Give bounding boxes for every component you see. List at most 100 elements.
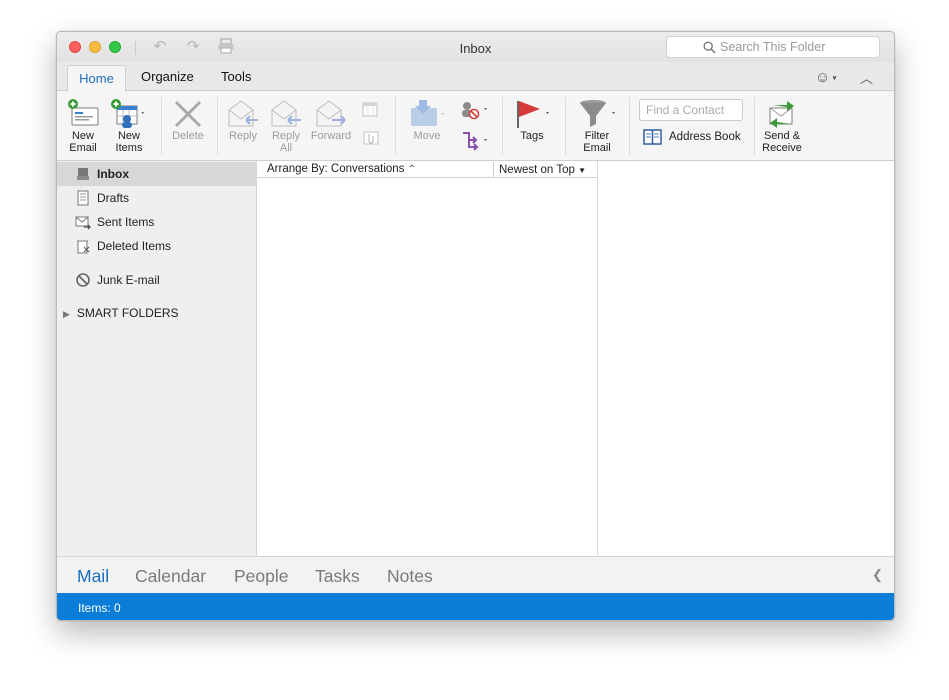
drafts-icon: [77, 190, 89, 206]
ribbon-separator: [502, 97, 503, 155]
new-items-button[interactable]: New Items: [108, 98, 150, 154]
address-book-label: Address Book: [669, 131, 741, 143]
folder-sent-items[interactable]: Sent Items: [57, 210, 257, 234]
ribbon-separator: [565, 97, 566, 155]
search-folder-input[interactable]: Search This Folder: [666, 36, 880, 58]
folder-deleted-items[interactable]: Deleted Items: [57, 234, 257, 258]
header-separator: [493, 162, 494, 178]
nav-calendar[interactable]: Calendar: [135, 566, 206, 587]
tab-organize[interactable]: Organize: [141, 69, 194, 84]
forward-label: Forward: [310, 130, 352, 142]
arrange-by-menu[interactable]: Arrange By: Conversations ⌃: [267, 163, 416, 175]
status-bar: Items: 0: [57, 593, 894, 620]
collapse-ribbon-icon[interactable]: ︿: [860, 68, 873, 87]
folder-sidebar: Inbox Drafts Sent Items Deleted Items Ju…: [57, 161, 257, 556]
reply-all-button[interactable]: Reply All: [265, 98, 307, 154]
rules-icon[interactable]: [459, 129, 491, 151]
new-items-icon: [111, 99, 144, 128]
filter-email-button[interactable]: Filter Email: [575, 98, 619, 154]
send-receive-icon: [769, 101, 794, 128]
item-count: Items: 0: [78, 601, 121, 615]
inbox-icon: [77, 168, 89, 180]
updown-chevron-icon: ⌃: [407, 164, 417, 175]
folder-label: Drafts: [97, 191, 130, 205]
send-receive-label-2: Receive: [762, 142, 802, 154]
folder-drafts[interactable]: Drafts: [57, 186, 257, 210]
find-contact-input[interactable]: Find a Contact: [639, 99, 743, 121]
folder-label: Sent Items: [97, 215, 155, 229]
new-email-label-1: New: [71, 130, 94, 142]
feedback-smiley-icon[interactable]: ☺ ▾: [815, 69, 837, 86]
ribbon-separator: [754, 97, 755, 155]
tags-label: Tags: [520, 130, 544, 142]
address-book-button[interactable]: Address Book: [643, 129, 741, 145]
move-button[interactable]: Move: [405, 98, 449, 142]
arrange-by-label: Arrange By: Conversations: [267, 163, 405, 175]
sort-order-label: Newest on Top: [499, 164, 575, 176]
ribbon-home: New Email New Items Delete Reply Reply A…: [57, 91, 894, 161]
ribbon-separator: [395, 97, 396, 155]
nav-mail[interactable]: Mail: [77, 566, 109, 587]
tab-home[interactable]: Home: [67, 65, 126, 91]
new-items-label-2: Items: [115, 142, 143, 154]
new-email-label-2: Email: [69, 142, 97, 154]
folder-junk-email[interactable]: Junk E-mail: [57, 268, 257, 292]
folder-label: Junk E-mail: [97, 273, 160, 287]
meeting-reply-icon[interactable]: [361, 101, 383, 121]
sent-icon: [75, 216, 91, 230]
search-icon: [703, 41, 716, 54]
folder-inbox[interactable]: Inbox: [57, 162, 257, 186]
filter-funnel-icon: [580, 100, 615, 127]
smart-folders-header[interactable]: ▶ SMART FOLDERS: [63, 306, 179, 320]
move-label: Move: [413, 130, 441, 142]
sort-order-menu[interactable]: Newest on Top ▼: [499, 164, 586, 176]
forward-button[interactable]: Forward: [309, 98, 353, 142]
message-list: Arrange By: Conversations ⌃ Newest on To…: [257, 161, 598, 556]
send-receive-label-1: Send &: [763, 130, 801, 142]
nav-people[interactable]: People: [234, 566, 289, 587]
new-email-icon: [68, 99, 99, 126]
outlook-window: ↶ ↷ Inbox Search This Folder Home Organi…: [56, 31, 895, 621]
smart-folders-label: SMART FOLDERS: [76, 306, 179, 320]
delete-button[interactable]: Delete: [167, 98, 209, 142]
folder-label: Inbox: [97, 167, 129, 181]
tags-button[interactable]: Tags: [512, 98, 552, 142]
new-email-button[interactable]: New Email: [63, 98, 103, 154]
search-placeholder: Search This Folder: [720, 40, 826, 54]
list-header: Arrange By: Conversations ⌃ Newest on To…: [257, 162, 597, 178]
trash-icon: [77, 240, 90, 254]
reply-all-label-1: Reply: [271, 130, 301, 142]
junk-sender-icon[interactable]: [459, 99, 491, 121]
nav-tasks[interactable]: Tasks: [315, 566, 360, 587]
move-folder-icon: [411, 100, 444, 126]
folder-label: Deleted Items: [97, 239, 172, 253]
ribbon-separator: [161, 97, 162, 155]
reply-icon: [228, 100, 258, 127]
nav-notes[interactable]: Notes: [387, 566, 433, 587]
dropdown-arrow-icon: ▼: [578, 166, 586, 175]
reply-all-label-2: All: [279, 142, 293, 154]
delete-x-icon: [174, 100, 202, 128]
delete-label: Delete: [172, 130, 204, 142]
module-nav-bar: Mail Calendar People Tasks Notes ❮: [57, 556, 894, 593]
collapse-nav-chevron-icon[interactable]: ❮: [872, 567, 883, 583]
title-bar: ↶ ↷ Inbox Search This Folder: [57, 32, 894, 62]
filter-email-label-2: Email: [583, 142, 611, 154]
reply-button[interactable]: Reply: [223, 98, 263, 142]
disclosure-triangle-icon: ▶: [63, 309, 70, 319]
ribbon-tabs: Home Organize Tools ☺ ▾ ︿: [57, 62, 894, 91]
ribbon-separator: [629, 97, 630, 155]
flag-icon: [517, 101, 549, 128]
send-receive-button[interactable]: Send & Receive: [759, 98, 805, 154]
ribbon-separator: [217, 97, 218, 155]
tab-tools[interactable]: Tools: [221, 69, 251, 84]
address-book-icon: [643, 129, 662, 145]
forward-icon: [316, 100, 346, 127]
reading-pane: [598, 161, 894, 556]
reply-label: Reply: [228, 130, 258, 142]
filter-email-label-1: Filter: [584, 130, 610, 142]
reply-all-icon: [271, 100, 301, 127]
junk-icon: [76, 273, 90, 287]
new-items-label-1: New: [117, 130, 140, 142]
attachment-icon[interactable]: [361, 129, 383, 149]
